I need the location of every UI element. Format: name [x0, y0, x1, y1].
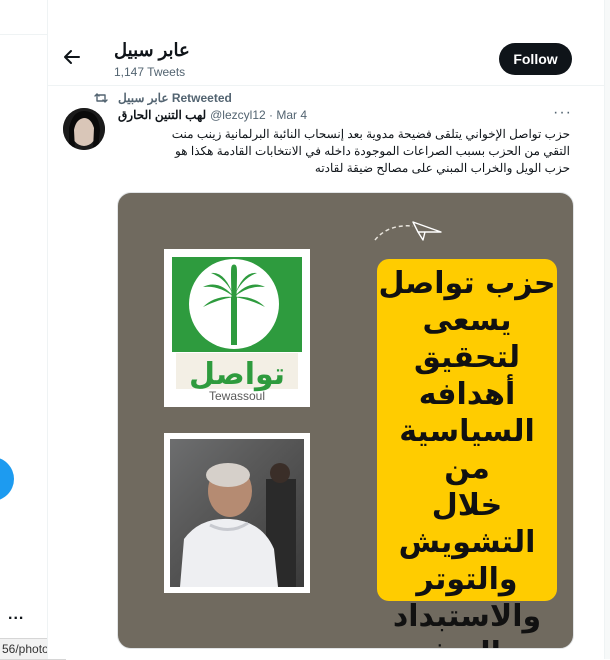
party-logo: تواصل Tewassoul — [164, 249, 310, 407]
right-scroll-edge — [604, 0, 610, 659]
author-avatar[interactable] — [63, 108, 105, 150]
logo-circle — [189, 259, 279, 349]
tweet-text-line: حزب الويل والخراب المبني على مصالح ضيقة … — [314, 161, 570, 175]
photo-portrait — [170, 439, 304, 587]
author-name[interactable]: لهب التنين الحارق — [118, 108, 206, 122]
profile-name: عابر سبيل — [114, 40, 190, 60]
left-divider — [0, 34, 47, 35]
more-menu-button[interactable]: ... — [8, 606, 24, 624]
tweet-more-button[interactable]: ··· — [553, 104, 572, 122]
retweet-icon — [94, 93, 108, 103]
retweeted-label: عابر سبيل Retweeted — [118, 91, 232, 105]
main-column: عابر سبيل 1,147 Tweets Follow عابر سبيل … — [47, 0, 610, 659]
poster-text: حزب تواصل يسعى لتحقيق أهدافه السياسية من… — [377, 265, 557, 648]
tweet-text-line: حزب تواصل الإخواني يتلقى فضيحة مدوية بعد… — [171, 127, 570, 141]
follow-button[interactable]: Follow — [499, 43, 572, 75]
profile-header: عابر سبيل 1,147 Tweets Follow — [48, 36, 604, 86]
left-sidebar: ... 56/photo/1 — [0, 0, 66, 660]
tweet-header: لهب التنين الحارق @lezcyl12 · Mar 4 — [118, 108, 307, 122]
poster-line: حزب تواصل — [378, 266, 556, 301]
poster-line: والعنف — [377, 635, 557, 648]
logo-green-panel — [172, 257, 302, 352]
logo-subtext: Tewassoul — [208, 389, 266, 403]
tweet-date[interactable]: Mar 4 — [276, 108, 307, 122]
header-divider — [48, 85, 604, 86]
tweet-media-image[interactable]: تواصل Tewassoul حزب تواصل يسعى لتحقيق أه… — [117, 192, 574, 649]
palm-tree-icon — [203, 264, 265, 345]
poster-line: والتوتر — [416, 562, 518, 597]
compose-tweet-button[interactable] — [0, 457, 14, 501]
tweet-text: حزب تواصل الإخواني يتلقى فضيحة مدوية بعد… — [118, 126, 570, 177]
paper-plane-icon — [374, 221, 442, 241]
poster-line: يسعى لتحقيق — [413, 303, 520, 375]
poster-line: التشويش — [398, 525, 536, 560]
retweet-indicator: عابر سبيل Retweeted — [94, 90, 232, 106]
author-handle[interactable]: @lezcyl12 — [210, 108, 266, 122]
separator-dot: · — [265, 108, 277, 122]
tweet-text-line: التقي من الحزب بسبب الصراعات الموجودة دا… — [175, 144, 570, 158]
back-arrow-icon[interactable] — [61, 46, 83, 68]
poster-line: السياسية من — [399, 414, 535, 486]
poster-line: والاستبداد — [392, 599, 542, 634]
politician-photo — [164, 433, 310, 593]
poster-line: خلال — [431, 488, 503, 523]
poster-text-box: حزب تواصل يسعى لتحقيق أهدافه السياسية من… — [377, 259, 557, 648]
poster-line: أهدافه — [418, 377, 516, 412]
logo-text: تواصل — [188, 357, 286, 392]
tweets-count: 1,147 Tweets — [114, 65, 186, 79]
